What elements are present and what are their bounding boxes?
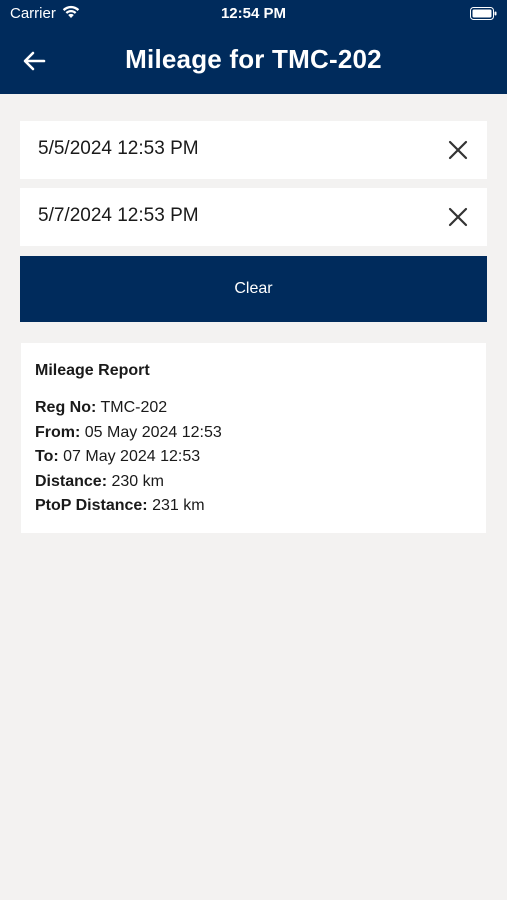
report-row-reg-no: Reg No: TMC-202	[35, 396, 222, 421]
report-row-ptop-distance: PtoP Distance: 231 km	[35, 494, 222, 519]
nav-bar: Mileage for TMC-202	[0, 28, 507, 94]
mileage-report-card: Mileage Report Reg No: TMC-202 From: 05 …	[21, 343, 486, 533]
clock: 12:54 PM	[220, 5, 287, 22]
report-rows: Reg No: TMC-202 From: 05 May 2024 12:53 …	[35, 396, 222, 519]
clear-button[interactable]: Clear	[20, 256, 487, 322]
report-label: Reg No:	[35, 399, 97, 416]
report-row-to: To: 07 May 2024 12:53	[35, 445, 222, 470]
report-title: Mileage Report	[35, 362, 150, 379]
report-value: TMC-202	[100, 399, 168, 416]
report-value: 05 May 2024 12:53	[84, 423, 222, 441]
battery-icon	[470, 7, 497, 20]
to-date-field[interactable]: 5/7/2024 12:53 PM	[20, 188, 487, 246]
report-label: Distance:	[35, 472, 108, 490]
report-row-distance: Distance: 230 km	[35, 470, 222, 495]
from-date-field[interactable]: 5/5/2024 12:53 PM	[20, 121, 487, 179]
status-bar: Carrier 12:54 PM	[0, 0, 507, 28]
to-date-value: 5/7/2024 12:53 PM	[38, 205, 199, 226]
report-value: 231 km	[152, 497, 205, 514]
report-row-from: From: 05 May 2024 12:53	[35, 421, 222, 446]
page-title: Mileage for TMC-202	[125, 44, 382, 74]
report-label: To:	[35, 448, 59, 465]
report-label: From:	[35, 423, 81, 441]
close-icon[interactable]	[447, 139, 469, 161]
close-icon[interactable]	[447, 206, 469, 228]
report-value: 07 May 2024 12:53	[63, 448, 201, 465]
from-date-value: 5/5/2024 12:53 PM	[38, 138, 199, 159]
report-label: PtoP Distance:	[35, 497, 148, 514]
report-value: 230 km	[111, 472, 164, 490]
